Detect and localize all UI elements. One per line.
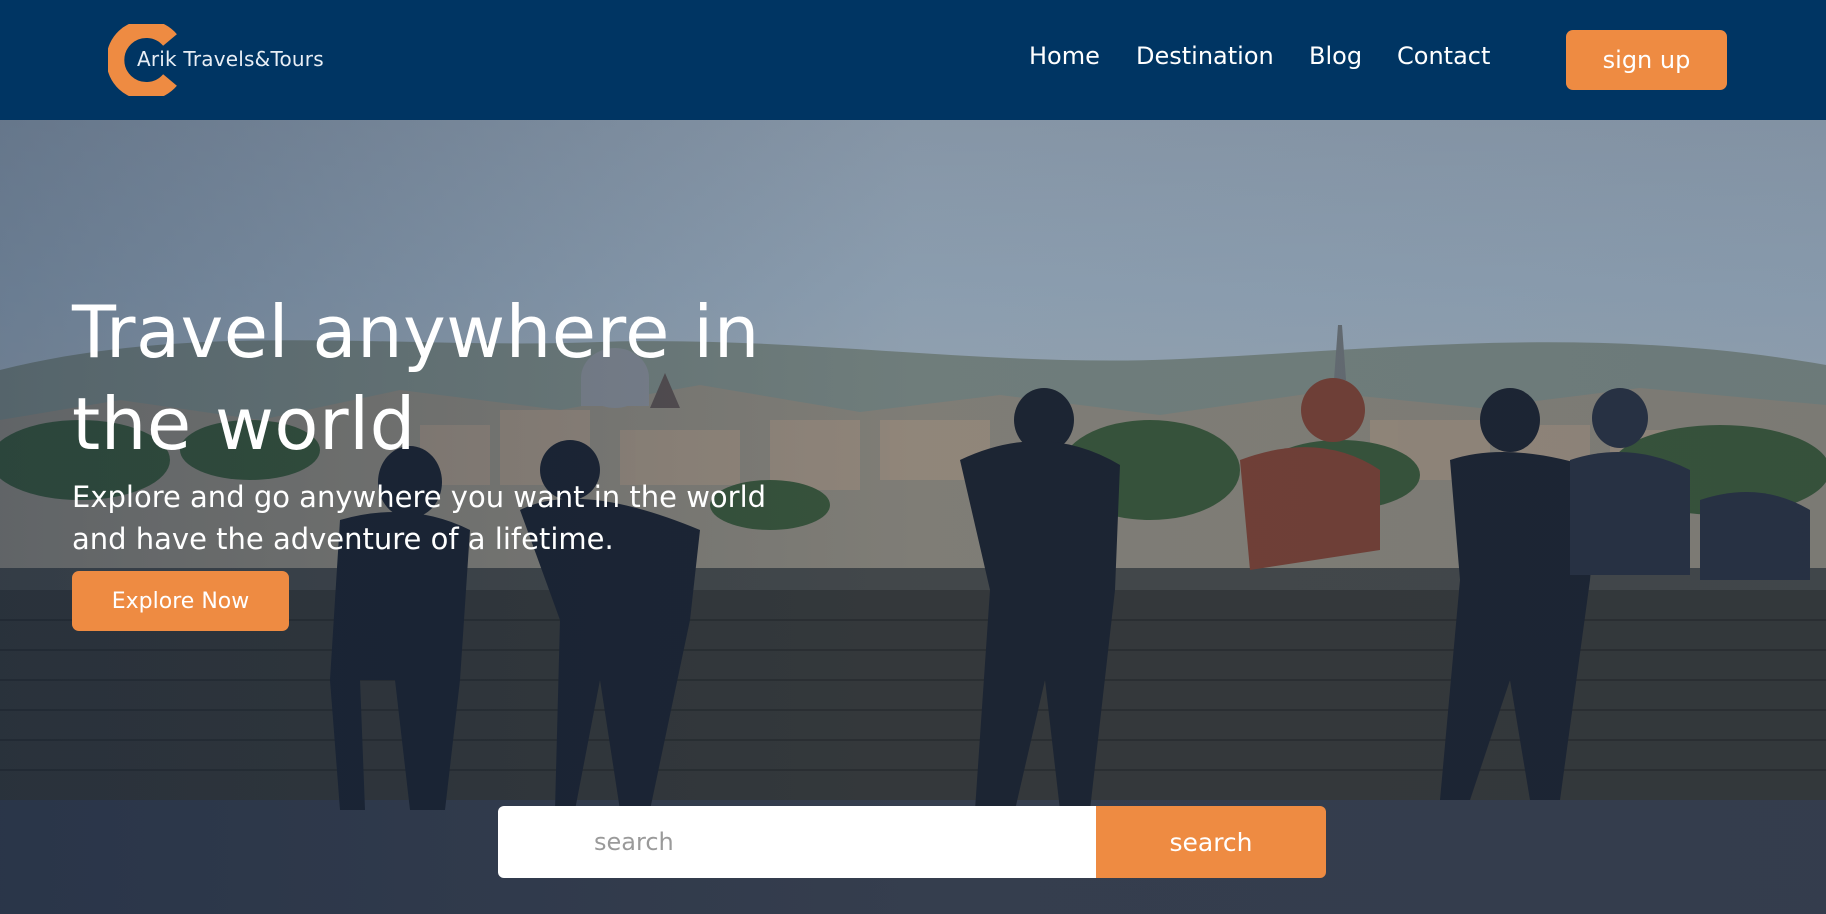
search-button[interactable]: search [1096, 806, 1326, 878]
search-bar: search [498, 806, 1326, 878]
explore-now-button[interactable]: Explore Now [72, 571, 289, 631]
hero-subtitle-line-1: Explore and go anywhere you want in the … [72, 480, 767, 514]
hero-subtitle-line-2: and have the adventure of a lifetime. [72, 522, 614, 556]
landing-page: Arik Travels&Tours Home Destination Blog… [0, 0, 1826, 914]
hero-subtitle: Explore and go anywhere you want in the … [72, 476, 832, 560]
hero-section: Travel anywhere in the world Explore and… [0, 120, 1826, 914]
navbar: Arik Travels&Tours Home Destination Blog… [0, 0, 1826, 120]
nav-link-home[interactable]: Home [1029, 42, 1100, 70]
signup-button[interactable]: sign up [1566, 30, 1727, 90]
search-input[interactable] [498, 806, 1098, 878]
brand-logo-link[interactable]: Arik Travels&Tours [108, 24, 408, 96]
nav-link-blog[interactable]: Blog [1309, 42, 1362, 70]
hero-title-line-2: the world [72, 382, 416, 466]
hero-title: Travel anywhere in the world [72, 286, 832, 470]
hero-title-line-1: Travel anywhere in [72, 290, 760, 374]
brand-name: Arik Travels&Tours [137, 47, 324, 71]
nav-link-contact[interactable]: Contact [1397, 42, 1490, 70]
nav-link-destination[interactable]: Destination [1136, 42, 1274, 70]
